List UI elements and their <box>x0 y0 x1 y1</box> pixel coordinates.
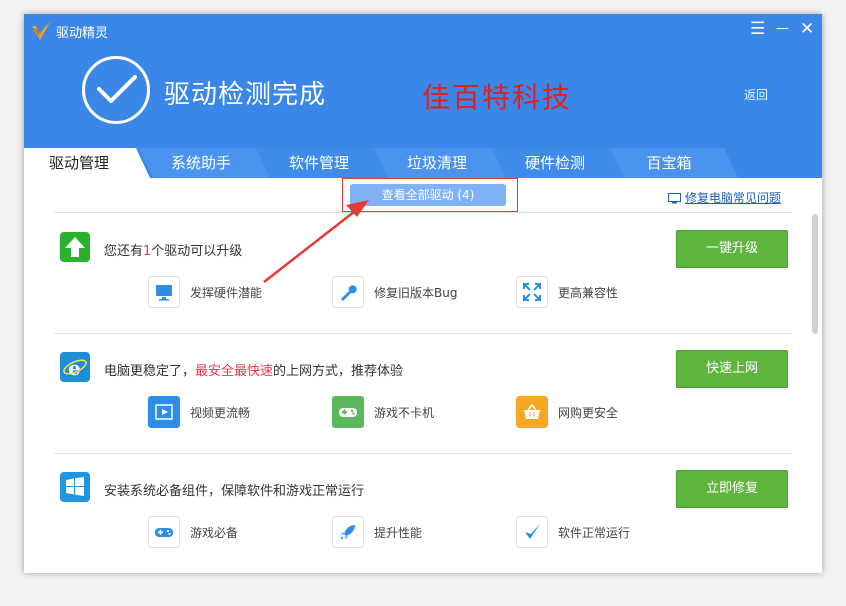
message-text: 的上网方式，推荐体验 <box>273 364 404 379</box>
svg-text:e: e <box>68 356 81 380</box>
basket-icon <box>516 396 548 428</box>
feature-label: 游戏不卡机 <box>374 406 435 420</box>
feature-label: 更高兼容性 <box>558 286 619 300</box>
fast-browsing-button[interactable]: 快速上网 <box>676 350 788 388</box>
header-banner: 驱动精灵 ☰ — ✕ 驱动检测完成 佳百特科技 返回 驱动管理 系统助手 软件管… <box>24 14 822 178</box>
faq-link-label: 修复电脑常见问题 <box>685 191 782 205</box>
rocket-icon <box>332 516 364 548</box>
one-click-upgrade-button[interactable]: 一键升级 <box>676 230 788 268</box>
monitor-icon <box>148 276 180 308</box>
tab-junk-cleanup[interactable]: 垃圾清理 <box>382 148 492 178</box>
menu-icon[interactable]: ☰ <box>750 19 765 39</box>
fix-common-problems-link[interactable]: 修复电脑常见问题 <box>668 189 781 206</box>
feature-label: 软件正常运行 <box>558 526 631 540</box>
monitor-small-icon <box>668 193 681 204</box>
tab-driver-management[interactable]: 驱动管理 <box>24 148 134 178</box>
section-message: 安装系统必备组件，保障软件和游戏正常运行 <box>104 480 364 499</box>
close-icon[interactable]: ✕ <box>800 19 814 39</box>
feature-label: 视频更流畅 <box>190 406 251 420</box>
video-icon <box>148 396 180 428</box>
wrench-icon <box>332 276 364 308</box>
page-title: 驱动检测完成 <box>164 80 327 110</box>
minimize-icon[interactable]: — <box>776 19 789 39</box>
tab-toolbox[interactable]: 百宝箱 <box>614 148 724 178</box>
app-logo-icon <box>32 22 50 40</box>
message-text: 安装系统必备组件，保障软件和游戏正常运行 <box>104 484 365 499</box>
check-circle-icon <box>82 56 150 124</box>
section-message: 您还有1个驱动可以升级 <box>104 240 242 259</box>
feature-label: 网购更安全 <box>558 406 619 420</box>
feature-label: 发挥硬件潜能 <box>190 286 263 300</box>
expand-icon <box>516 276 548 308</box>
app-title: 驱动精灵 <box>56 26 109 41</box>
ie-browser-icon: e <box>60 352 90 382</box>
section-divider <box>54 212 792 213</box>
controller-icon <box>148 516 180 548</box>
tab-hardware-detection[interactable]: 硬件检测 <box>500 148 610 178</box>
tab-software-management[interactable]: 软件管理 <box>264 148 374 178</box>
section-fast-browsing: e 电脑更稳定了，最安全最快速的上网方式，推荐体验 快速上网 视频更流畅 游戏不… <box>54 334 792 454</box>
feature-label: 游戏必备 <box>190 526 239 540</box>
watermark-text: 佳百特科技 <box>422 81 573 114</box>
message-text: 您还有 <box>104 244 144 259</box>
message-highlight: 最安全最快速 <box>195 364 274 379</box>
tab-bar: 驱动管理 系统助手 软件管理 垃圾清理 硬件检测 百宝箱 <box>24 148 822 178</box>
view-all-drivers-button[interactable]: 查看全部驱动 (4) <box>350 184 506 206</box>
message-text: 个驱动可以升级 <box>151 244 243 259</box>
scrollbar-thumb[interactable] <box>812 214 818 334</box>
check-icon <box>516 516 548 548</box>
back-link[interactable]: 返回 <box>744 86 768 103</box>
section-driver-upgrade: 您还有1个驱动可以升级 一键升级 发挥硬件潜能 修复旧版本Bug 更高兼容性 <box>54 214 792 334</box>
app-window: 驱动精灵 ☰ — ✕ 驱动检测完成 佳百特科技 返回 驱动管理 系统助手 软件管… <box>24 14 822 573</box>
windows-icon <box>60 472 90 502</box>
fix-now-button[interactable]: 立即修复 <box>676 470 788 508</box>
gamepad-icon <box>332 396 364 428</box>
tab-system-assistant[interactable]: 系统助手 <box>146 148 256 178</box>
feature-label: 修复旧版本Bug <box>374 286 458 300</box>
section-system-components: 安装系统必备组件，保障软件和游戏正常运行 立即修复 游戏必备 提升性能 软件正常… <box>54 454 792 573</box>
section-message: 电脑更稳定了，最安全最快速的上网方式，推荐体验 <box>104 360 403 379</box>
upgrade-arrow-icon <box>60 232 90 262</box>
feature-label: 提升性能 <box>374 526 423 540</box>
message-text: 电脑更稳定了， <box>104 364 196 379</box>
